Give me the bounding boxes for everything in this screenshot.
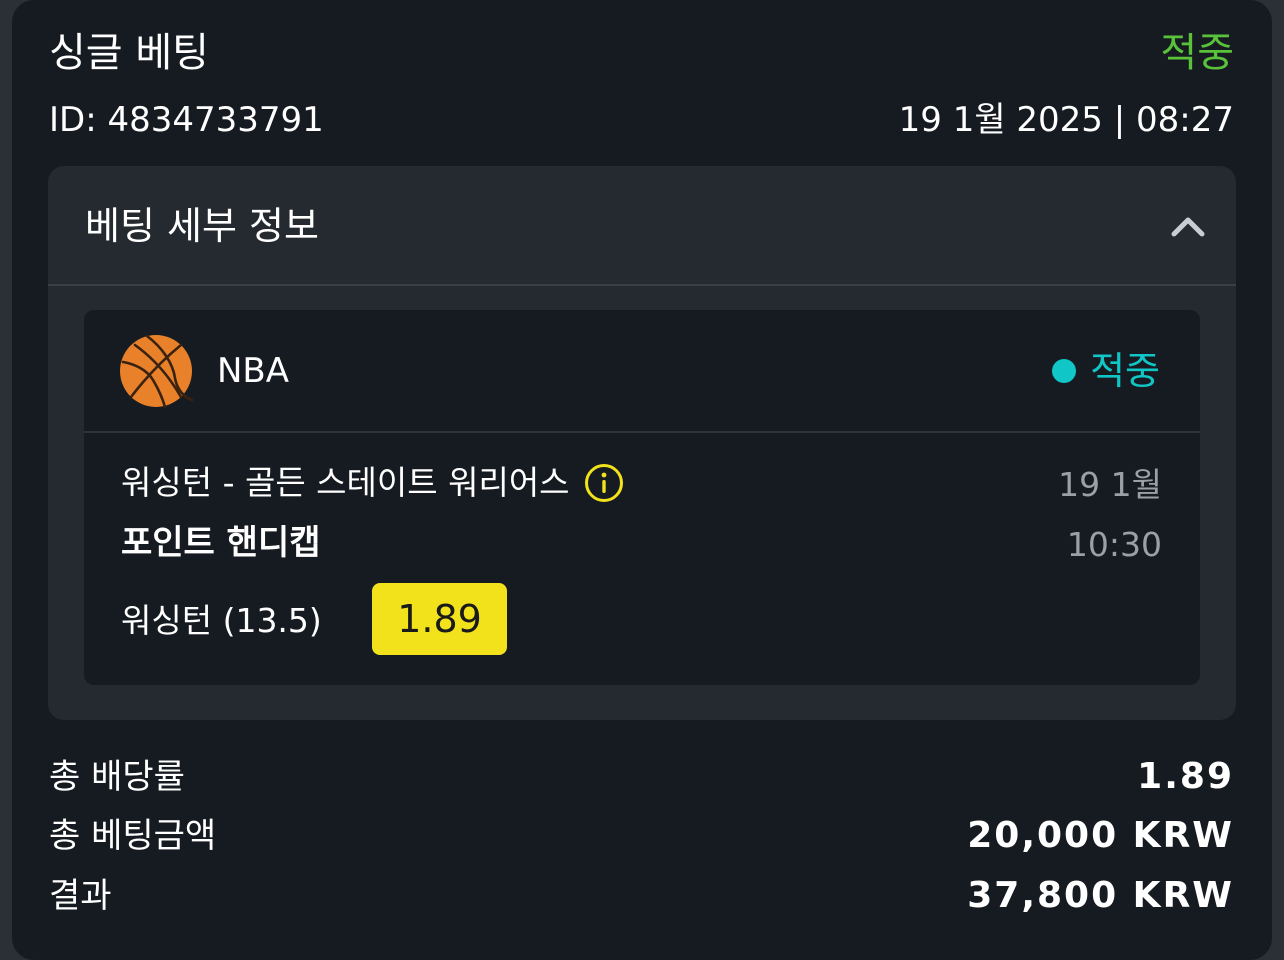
total-odds-label: 총 배당률 [49,757,185,797]
total-stake-row: 총 베팅금액 20,000 KRW [49,811,1234,861]
result-value: 37,800 KRW [967,875,1234,916]
result-row: 결과 37,800 KRW [49,871,1234,921]
event-status: 적중 [1052,346,1160,396]
bet-details-header[interactable]: 베팅 세부 정보 [48,166,1236,286]
result-label: 결과 [49,876,112,916]
match-name: 워싱턴 - 골든 스테이트 워리어스 [121,463,570,502]
bet-type-title: 싱글 베팅 [49,30,209,76]
odds-badge: 1.89 [372,583,507,655]
total-odds-row: 총 배당률 1.89 [49,752,1234,802]
total-stake-label: 총 베팅금액 [49,816,217,856]
bet-datetime: 19 1월 2025 | 08:27 [898,100,1234,140]
event-card: NBA 적중 워싱턴 - 골든 스테이트 워리어스 19 1월 포인트 핸디캡 [84,310,1200,685]
market-name: 포인트 핸디캡 [121,523,321,563]
total-odds-value: 1.89 [1137,756,1234,797]
event-header: NBA 적중 [84,310,1200,433]
bet-details-panel: 베팅 세부 정보 NBA 적중 워싱턴 - 골든 스테이트 워리어스 19 1월… [48,166,1236,720]
total-stake-value: 20,000 KRW [967,815,1234,856]
bet-details-title: 베팅 세부 정보 [85,204,319,248]
bet-card: 싱글 베팅 적중 ID: 4834733791 19 1월 2025 | 08:… [12,0,1272,960]
bet-id: ID: 4834733791 [49,100,324,140]
league-name: NBA [217,351,290,391]
bet-status: 적중 [1160,30,1234,76]
selection-name: 워싱턴 (13.5) [121,601,322,640]
match-row: 워싱턴 - 골든 스테이트 워리어스 [121,460,624,506]
event-time: 10:30 [1066,525,1162,564]
chevron-up-icon[interactable] [1168,206,1208,246]
basketball-icon [119,334,194,409]
status-dot [1052,359,1077,383]
info-icon[interactable] [584,463,624,503]
event-status-label: 적중 [1090,349,1160,393]
event-date: 19 1월 [1058,465,1162,504]
